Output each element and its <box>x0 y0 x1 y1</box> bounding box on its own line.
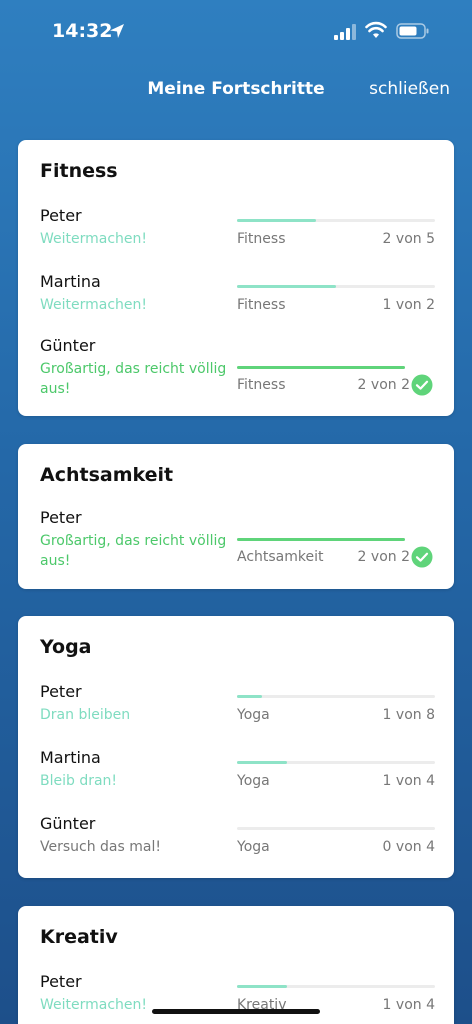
card-title: Yoga <box>40 636 92 658</box>
category-label: Fitness <box>237 297 286 313</box>
progress-count: 1 von 2 <box>382 297 435 313</box>
status-bar: 14:32 <box>0 0 472 62</box>
category-label: Yoga <box>237 707 270 723</box>
person-name: Peter <box>40 972 82 991</box>
person-name: Martina <box>40 272 101 291</box>
person-name: Peter <box>40 508 82 527</box>
progress-track <box>237 761 435 764</box>
progress-fill <box>237 366 405 369</box>
progress-count: 2 von 2 <box>357 549 410 565</box>
cellular-signal-icon <box>334 24 356 40</box>
progress-fill <box>237 285 336 288</box>
encouragement-message: Großartig, das reicht völlig aus! <box>40 361 227 397</box>
progress-fill <box>237 538 405 541</box>
person-name: Martina <box>40 748 101 767</box>
progress-fill <box>237 695 262 698</box>
progress-count: 1 von 8 <box>382 707 435 723</box>
status-time: 14:32 <box>52 20 113 42</box>
person-name: Peter <box>40 682 82 701</box>
checkmark-circle-icon <box>411 546 433 568</box>
card-yoga: Yoga Peter Dran bleiben Yoga 1 von 8 Mar… <box>18 616 454 878</box>
progress-row: Günter Großartig, das reicht völlig aus!… <box>18 336 454 398</box>
progress-row: Peter Weitermachen! Fitness 2 von 5 <box>18 206 454 268</box>
encouragement-message: Weitermachen! <box>40 297 148 313</box>
wifi-icon <box>365 21 387 38</box>
encouragement-message: Großartig, das reicht völlig aus! <box>40 533 227 569</box>
progress-count: 2 von 2 <box>357 377 410 393</box>
category-label: Yoga <box>237 773 270 789</box>
progress-count: 2 von 5 <box>382 231 435 247</box>
progress-fill <box>237 985 287 988</box>
progress-track <box>237 285 435 288</box>
checkmark-circle-icon <box>411 374 433 396</box>
card-title: Kreativ <box>40 926 118 948</box>
nav-bar: Meine Fortschritte schließen <box>0 62 472 118</box>
category-label: Fitness <box>237 231 286 247</box>
location-arrow-icon <box>110 24 124 38</box>
progress-count: 0 von 4 <box>382 839 435 855</box>
progress-row: Martina Bleib dran! Yoga 1 von 4 <box>18 748 454 810</box>
person-name: Günter <box>40 814 96 833</box>
person-name: Günter <box>40 336 96 355</box>
card-kreativ: Kreativ Peter Weitermachen! Kreativ 1 vo… <box>18 906 454 1024</box>
progress-track <box>237 538 405 541</box>
encouragement-message: Weitermachen! <box>40 231 148 247</box>
progress-row: Peter Dran bleiben Yoga 1 von 8 <box>18 682 454 744</box>
battery-icon <box>396 23 429 39</box>
card-fitness: Fitness Peter Weitermachen! Fitness 2 vo… <box>18 140 454 416</box>
progress-count: 1 von 4 <box>382 773 435 789</box>
encouragement-message: Bleib dran! <box>40 773 118 789</box>
category-label: Yoga <box>237 839 270 855</box>
home-indicator[interactable] <box>152 1009 320 1014</box>
progress-track <box>237 366 405 369</box>
close-button[interactable]: schließen <box>369 79 450 99</box>
progress-track <box>237 695 435 698</box>
category-label: Achtsamkeit <box>237 549 324 565</box>
card-title: Fitness <box>40 160 118 182</box>
card-title: Achtsamkeit <box>40 464 174 486</box>
encouragement-message: Versuch das mal! <box>40 839 161 855</box>
encouragement-message: Dran bleiben <box>40 707 131 723</box>
progress-count: 1 von 4 <box>382 997 435 1013</box>
progress-track <box>237 985 435 988</box>
progress-row: Günter Versuch das mal! Yoga 0 von 4 <box>18 814 454 876</box>
progress-track <box>237 219 435 222</box>
progress-row: Peter Weitermachen! Kreativ 1 von 4 <box>18 972 454 1024</box>
card-achtsamkeit: Achtsamkeit Peter Großartig, das reicht … <box>18 444 454 589</box>
progress-row: Peter Großartig, das reicht völlig aus! … <box>18 508 454 570</box>
person-name: Peter <box>40 206 82 225</box>
progress-fill <box>237 761 287 764</box>
progress-track <box>237 827 435 830</box>
progress-fill <box>237 219 317 222</box>
progress-row: Martina Weitermachen! Fitness 1 von 2 <box>18 272 454 334</box>
category-label: Fitness <box>237 377 286 393</box>
